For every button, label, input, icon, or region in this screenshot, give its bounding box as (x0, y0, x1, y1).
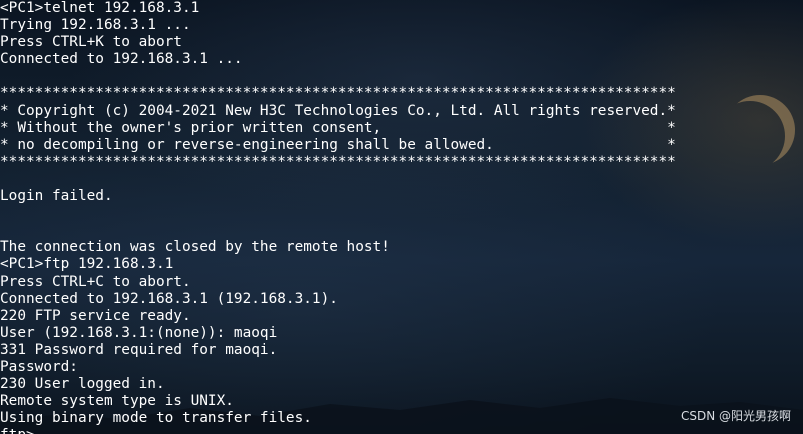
terminal-line: 220 FTP service ready. (0, 307, 191, 324)
terminal-line: Connected to 192.168.3.1 ... (0, 51, 243, 68)
watermark: CSDN @阳光男孩啊 (680, 409, 791, 423)
moon-decoration (725, 95, 795, 165)
terminal-line: User (192.168.3.1:(none)): maoqi (0, 324, 278, 341)
terminal-line: <PC1>telnet 192.168.3.1 (0, 0, 200, 16)
terminal-line: * no decompiling or reverse-engineering … (0, 136, 676, 153)
terminal-line: Press CTRL+C to abort. (0, 273, 191, 290)
terminal-window[interactable]: <PC1>telnet 192.168.3.1 Trying 192.168.3.… (0, 0, 803, 434)
terminal-line: <PC1>ftp 192.168.3.1 (0, 256, 174, 273)
terminal-line: Trying 192.168.3.1 ... (0, 17, 191, 34)
terminal-line: Login failed. (0, 188, 113, 205)
terminal-line: ****************************************… (0, 153, 676, 170)
terminal-line: Connected to 192.168.3.1 (192.168.3.1). (0, 290, 338, 307)
terminal-line: ****************************************… (0, 85, 676, 102)
terminal-line: Password: (0, 358, 78, 375)
terminal-line: Press CTRL+K to abort (0, 34, 182, 51)
terminal-line: 331 Password required for maoqi. (0, 341, 278, 358)
terminal-output: <PC1>telnet 192.168.3.1 Trying 192.168.3.… (0, 0, 676, 434)
terminal-line: Using binary mode to transfer files. (0, 410, 312, 427)
terminal-line: * Without the owner's prior written cons… (0, 119, 676, 136)
terminal-line: The connection was closed by the remote … (0, 239, 390, 256)
terminal-line: Remote system type is UNIX. (0, 393, 234, 410)
terminal-line: * Copyright (c) 2004-2021 New H3C Techno… (0, 102, 676, 119)
terminal-line: 230 User logged in. (0, 376, 165, 393)
terminal-line: ftp> (0, 427, 676, 434)
